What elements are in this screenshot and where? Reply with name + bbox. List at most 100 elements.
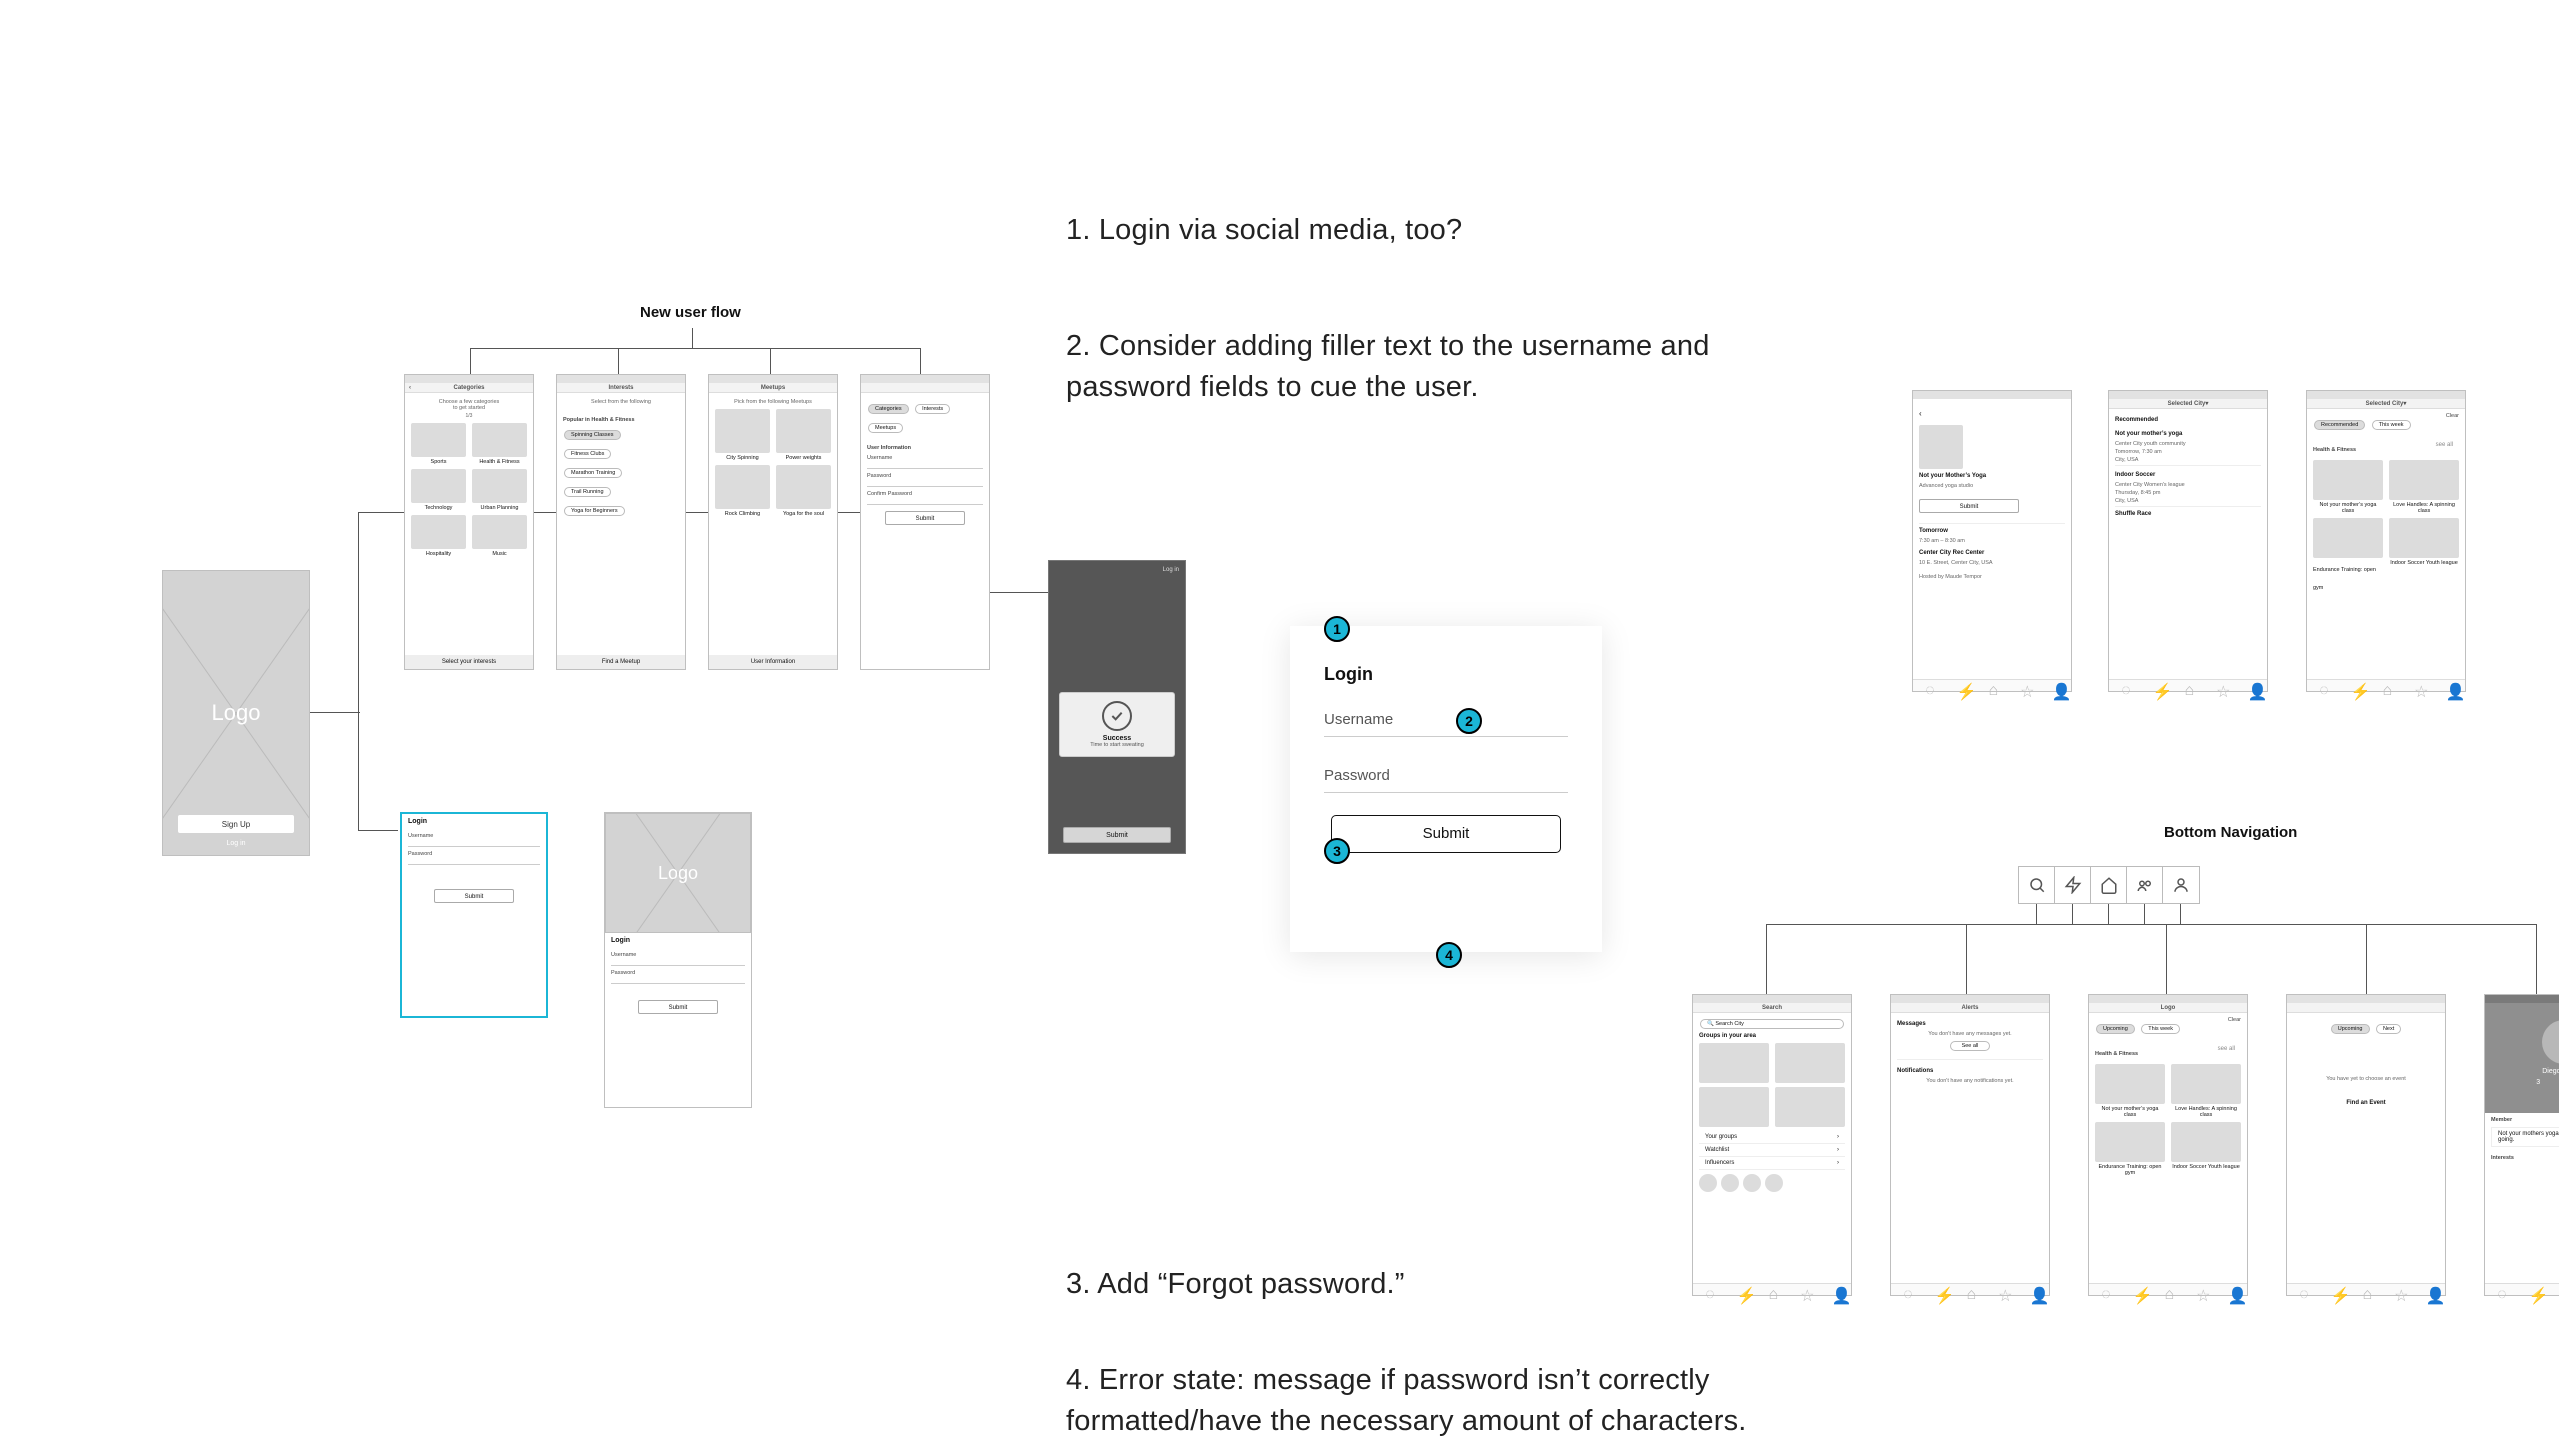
card-1-title[interactable]: Not your mother’s yoga (2115, 431, 2255, 437)
bolt-icon[interactable]: ⚡ (2153, 682, 2160, 689)
bolt-icon[interactable]: ⚡ (1957, 682, 1964, 689)
meetup-c[interactable]: Rock Climbing (715, 511, 770, 517)
tile-4[interactable]: Indoor Soccer Youth league (2389, 560, 2459, 566)
tile-1[interactable]: Not your mother’s yoga class (2313, 502, 2383, 514)
submit-button[interactable]: Submit (885, 511, 965, 525)
user-icon[interactable]: 👤 (2446, 682, 2453, 689)
pill-next[interactable]: Next (2376, 1024, 2401, 1034)
profile-name: Diego Murphy (2542, 1068, 2559, 1075)
search-icon[interactable]: ◌ (1925, 682, 1932, 689)
submit-button[interactable]: Submit (434, 889, 514, 903)
step-pill-1[interactable]: Categories (868, 404, 909, 414)
step-pill-2[interactable]: Interests (915, 404, 950, 414)
pill-5[interactable]: Yoga for Beginners (564, 506, 625, 516)
home-icon[interactable]: ⌂ (2382, 682, 2389, 689)
cta-user-info[interactable]: User Information (709, 655, 837, 669)
submit-button[interactable]: Submit (638, 1000, 718, 1014)
welcome-screen: Logo Sign Up Log in (162, 570, 310, 856)
section-title-new-user-flow: New user flow (640, 304, 741, 321)
groups-icon[interactable]: ☆ (2414, 682, 2421, 689)
pill-thisweek[interactable]: This week (2141, 1024, 2180, 1034)
tile-1[interactable]: Not your mother’s yoga class (2095, 1106, 2165, 1118)
header-city[interactable]: Selected City (2366, 401, 2404, 407)
clear-link[interactable]: Clear (2228, 1017, 2241, 1023)
watchlist-row[interactable]: Watchlist (1705, 1147, 1729, 1153)
cat-health[interactable]: Health & Fitness (472, 459, 527, 465)
home-icon[interactable]: ⌂ (2184, 682, 2191, 689)
back-chevron-icon[interactable]: ‹ (1919, 409, 1922, 418)
success-line: Time to start sweating (1068, 742, 1167, 748)
pill-1[interactable]: Spinning Classes (564, 430, 621, 440)
avatar[interactable]: + (2542, 1020, 2559, 1064)
username-field[interactable]: Username (1324, 703, 1568, 737)
annotation-3: 3. Add “Forgot password.” (1066, 1264, 1766, 1305)
see-all-pill[interactable]: See all (1950, 1041, 1990, 1051)
connector (618, 348, 619, 374)
connector (470, 348, 471, 374)
groups-icon[interactable]: ☆ (2216, 682, 2223, 689)
user-icon[interactable]: 👤 (2052, 682, 2059, 689)
pill-recommended[interactable]: Recommended (2314, 420, 2365, 430)
pill-this-week[interactable]: This week (2372, 420, 2411, 430)
tile-2[interactable]: Love Handles: A spinning class (2389, 502, 2459, 514)
pill-3[interactable]: Marathon Training (564, 468, 622, 478)
connector (358, 530, 359, 830)
find-event-link[interactable]: Find an Event (2299, 1100, 2433, 1106)
modal-submit[interactable]: Submit (1063, 827, 1172, 843)
header-city[interactable]: Selected City (2168, 401, 2206, 407)
tile-3[interactable]: Endurance Training: open gym (2095, 1164, 2165, 1176)
card-3-title[interactable]: Shuffle Race (2115, 511, 2255, 517)
back-chevron-icon[interactable]: ‹ (409, 385, 411, 391)
meetup-d[interactable]: Yoga for the soul (776, 511, 831, 517)
cat-sports[interactable]: Sports (411, 459, 466, 465)
see-all-link[interactable]: see all (2436, 442, 2453, 448)
login-screen-small: Login Username Password Submit (400, 812, 548, 1018)
search-placeholder: Search City (1715, 1021, 1743, 1027)
meetup-a[interactable]: City Spinning (715, 455, 770, 461)
home-title: Logo (2161, 1005, 2176, 1011)
bolt-icon[interactable]: ⚡ (2351, 682, 2358, 689)
submit-button[interactable]: Submit (1331, 815, 1561, 853)
pill-4[interactable]: Trail Running (564, 487, 611, 497)
cta-select-interests[interactable]: Select your interests (405, 655, 533, 669)
pill-upcoming[interactable]: Upcoming (2331, 1024, 2370, 1034)
nav-icon-strip (2018, 866, 2200, 904)
cat-hosp[interactable]: Hospitality (411, 551, 466, 557)
pill-upcoming[interactable]: Upcoming (2096, 1024, 2135, 1034)
tile-2[interactable]: Love Handles: A spinning class (2171, 1106, 2241, 1118)
search-icon[interactable]: ◌ (2121, 682, 2128, 689)
nav-home-icon[interactable] (2091, 867, 2127, 903)
submit-button[interactable]: Submit (1919, 499, 2019, 513)
signup-button[interactable]: Sign Up (178, 815, 295, 833)
nav-search-icon[interactable] (2019, 867, 2055, 903)
login-link[interactable]: Log in (226, 840, 245, 847)
card-1-sub: Center City youth community (2115, 441, 2255, 447)
see-all-link[interactable]: see all (2218, 1046, 2235, 1052)
clear-link[interactable]: Clear (2446, 413, 2459, 419)
meetup-b[interactable]: Power weights (776, 455, 831, 461)
connector (2366, 924, 2367, 994)
card-2-title[interactable]: Indoor Soccer (2115, 472, 2255, 478)
home-icon[interactable]: ⌂ (1988, 682, 1995, 689)
cat-tech[interactable]: Technology (411, 505, 466, 511)
password-field[interactable]: Password (1324, 759, 1568, 793)
groups-icon[interactable]: ☆ (2020, 682, 2027, 689)
cat-music[interactable]: Music (472, 551, 527, 557)
search-icon[interactable]: ◌ (2319, 682, 2326, 689)
cat-urban[interactable]: Urban Planning (472, 505, 527, 511)
search-input[interactable]: 🔍 Search City (1700, 1019, 1844, 1029)
nav-bolt-icon[interactable] (2055, 867, 2091, 903)
influencers-row[interactable]: Influencers (1705, 1160, 1734, 1166)
tile-4[interactable]: Indoor Soccer Youth league (2171, 1164, 2241, 1170)
pill-2[interactable]: Fitness Clubs (564, 449, 611, 459)
nav-groups-icon[interactable] (2127, 867, 2163, 903)
cta-find-meetup[interactable]: Find a Meetup (557, 655, 685, 669)
user-icon[interactable]: 👤 (2248, 682, 2255, 689)
tile-3[interactable]: Endurance Training: open gym (2313, 567, 2376, 591)
your-groups-row[interactable]: Your groups (1705, 1134, 1737, 1140)
step-pill-3[interactable]: Meetups (868, 423, 903, 433)
event-title: Not your Mother’s Yoga (1919, 473, 2059, 479)
annot-badge-4: 4 (1436, 942, 1462, 968)
nav-user-icon[interactable] (2163, 867, 2199, 903)
login-link[interactable]: Log in (1163, 567, 1179, 573)
